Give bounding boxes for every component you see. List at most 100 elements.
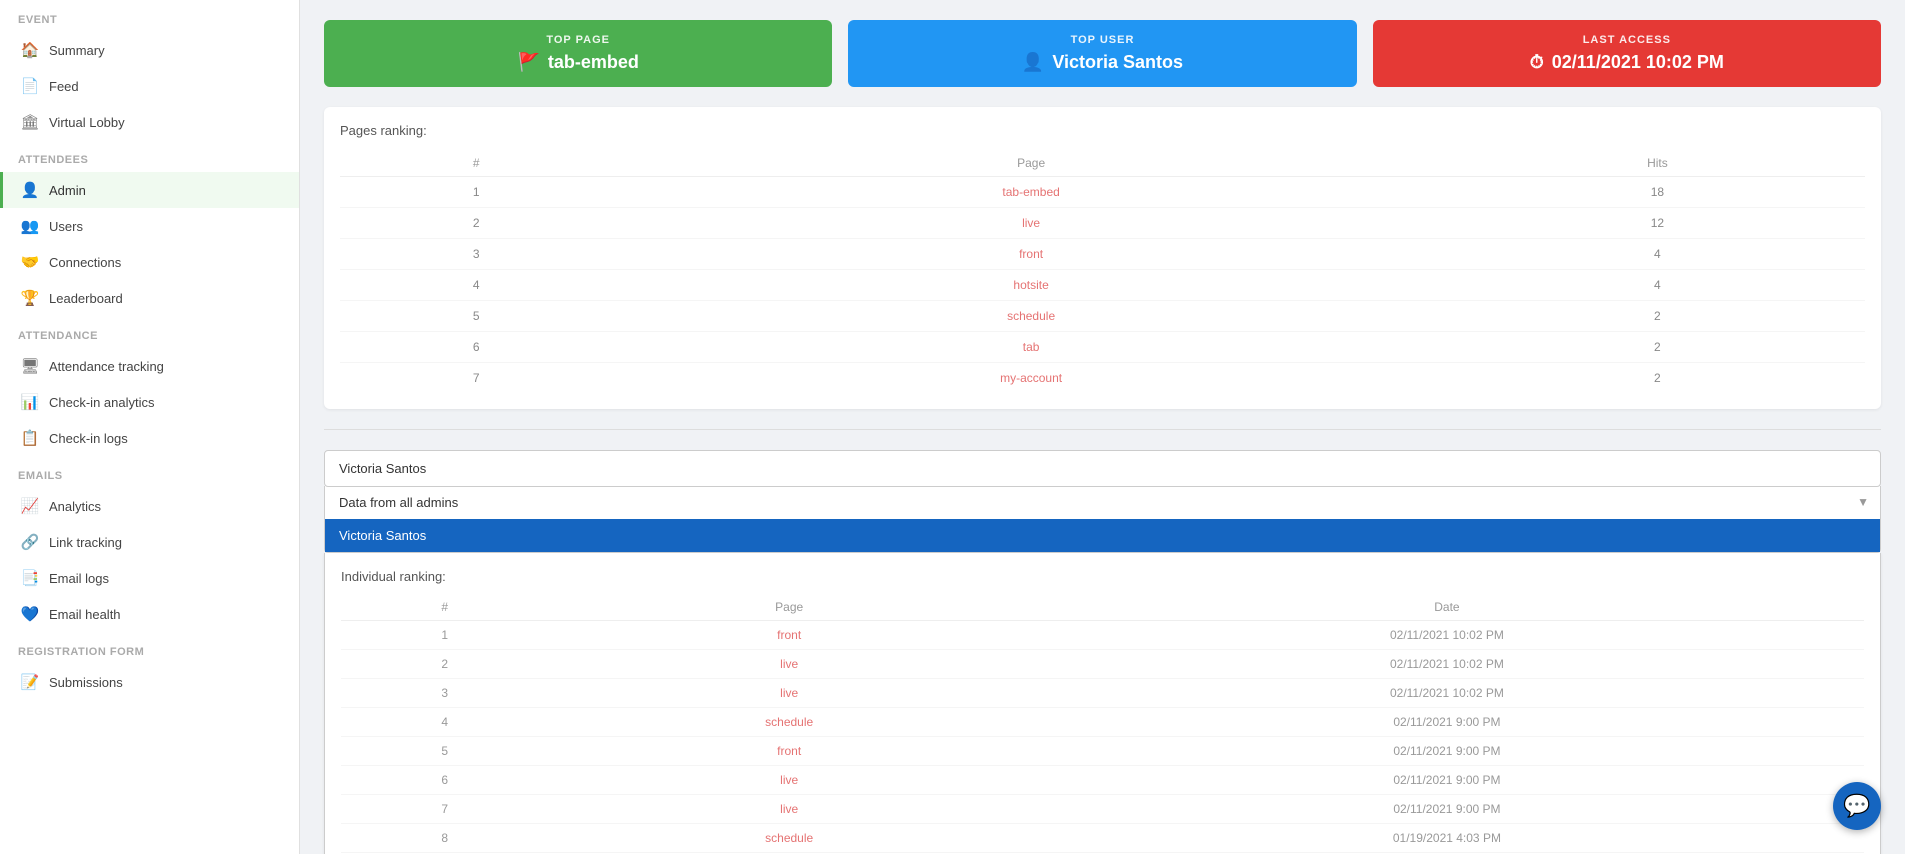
page-cell: schedule [612, 301, 1449, 332]
flag-icon: 🚩 [517, 52, 539, 73]
individual-ranking-title: Individual ranking: [341, 569, 1864, 584]
sidebar-section-attendance: ATTENDANCE [0, 316, 299, 348]
stats-row: TOP PAGE 🚩 tab-embed TOP USER 👤 Victoria… [324, 20, 1881, 87]
rank-cell: 8 [341, 824, 549, 853]
pages-ranking-col-hits: Hits [1450, 150, 1865, 177]
table-row: 5front02/11/2021 9:00 PM [341, 737, 1864, 766]
page-cell: live [612, 208, 1449, 239]
rank-cell: 6 [341, 766, 549, 795]
sidebar-item-analytics[interactable]: 📈 Analytics [0, 488, 299, 524]
top-user-card: TOP USER 👤 Victoria Santos [848, 20, 1356, 87]
pages-ranking-col-#: # [340, 150, 612, 177]
sidebar-item-users[interactable]: 👥Users [0, 208, 299, 244]
chat-button[interactable]: 💬 [1833, 782, 1881, 830]
table-row: 7live02/11/2021 9:00 PM [341, 795, 1864, 824]
dropdown-menu: Data from all adminsVictoria Santos [324, 486, 1881, 553]
top-user-value: 👤 Victoria Santos [1022, 52, 1183, 73]
sidebar-item-feed[interactable]: 📄Feed [0, 68, 299, 104]
rank-cell: 2 [341, 650, 549, 679]
leaderboard-icon: 🏆 [21, 289, 39, 307]
last-access-card: LAST ACCESS ⏱ 02/11/2021 10:02 PM [1373, 20, 1881, 87]
email-health-icon: 💙 [21, 605, 39, 623]
hits-cell: 2 [1450, 363, 1865, 394]
sidebar-item-label-email-logs: Email logs [49, 571, 109, 586]
main-content: TOP PAGE 🚩 tab-embed TOP USER 👤 Victoria… [300, 0, 1905, 854]
users-icon: 👥 [21, 217, 39, 235]
section-divider [324, 429, 1881, 430]
individual-ranking-col-#: # [341, 594, 549, 621]
pages-ranking-col-page: Page [612, 150, 1449, 177]
last-access-label: LAST ACCESS [1583, 34, 1671, 46]
table-row: 7my-account2 [340, 363, 1865, 394]
sidebar-item-label-email-health: Email health [49, 607, 121, 622]
sidebar-item-check-in-analytics[interactable]: 📊Check-in analytics [0, 384, 299, 420]
sidebar-item-link-tracking[interactable]: 🔗Link tracking [0, 524, 299, 560]
sidebar-item-submissions[interactable]: 📝 Submissions [0, 664, 299, 700]
page-cell: schedule [549, 824, 1030, 853]
table-row: 3front4 [340, 239, 1865, 270]
sidebar-item-label-connections: Connections [49, 255, 121, 270]
hits-cell: 2 [1450, 332, 1865, 363]
check-in-logs-icon: 📋 [21, 429, 39, 447]
page-cell: schedule [549, 708, 1030, 737]
page-cell: live [549, 650, 1030, 679]
sidebar-item-leaderboard[interactable]: 🏆 Leaderboard [0, 280, 299, 316]
rank-cell: 7 [341, 795, 549, 824]
sidebar-item-label-submissions: Submissions [49, 675, 123, 690]
sidebar-item-label-attendance-tracking: Attendance tracking [49, 359, 164, 374]
date-cell: 01/19/2021 4:03 PM [1030, 824, 1864, 853]
page-cell: front [549, 621, 1030, 650]
page-cell: my-account [612, 363, 1449, 394]
date-cell: 02/11/2021 10:02 PM [1030, 679, 1864, 708]
sidebar-item-email-health[interactable]: 💙 Email health [0, 596, 299, 632]
sidebar: EVENT🏠Summary📄Feed🏛Virtual LobbyATTENDEE… [0, 0, 300, 854]
sidebar-item-connections[interactable]: 🤝Connections [0, 244, 299, 280]
rank-cell: 1 [341, 621, 549, 650]
sidebar-item-virtual-lobby[interactable]: 🏛Virtual Lobby [0, 104, 299, 140]
sidebar-section-event: EVENT [0, 0, 299, 32]
analytics-icon: 📈 [21, 497, 39, 515]
clock-icon: ⏱ [1530, 52, 1544, 73]
rank-cell: 4 [340, 270, 612, 301]
page-cell: live [549, 795, 1030, 824]
rank-cell: 3 [341, 679, 549, 708]
chat-icon: 💬 [1843, 793, 1870, 819]
submissions-icon: 📝 [21, 673, 39, 691]
user-dropdown[interactable]: Data from all adminsVictoria Santos [324, 450, 1881, 487]
pages-ranking-title: Pages ranking: [340, 123, 1865, 138]
hits-cell: 4 [1450, 239, 1865, 270]
dropdown-option[interactable]: Data from all admins [325, 486, 1880, 519]
sidebar-item-label-check-in-analytics: Check-in analytics [49, 395, 155, 410]
dropdown-option[interactable]: Victoria Santos [325, 519, 1880, 552]
sidebar-item-label-admin: Admin [49, 183, 86, 198]
table-row: 3live02/11/2021 10:02 PM [341, 679, 1864, 708]
table-row: 1front02/11/2021 10:02 PM [341, 621, 1864, 650]
date-cell: 02/11/2021 9:00 PM [1030, 708, 1864, 737]
summary-icon: 🏠 [21, 41, 39, 59]
page-cell: live [549, 766, 1030, 795]
sidebar-item-check-in-logs[interactable]: 📋Check-in logs [0, 420, 299, 456]
sidebar-item-summary[interactable]: 🏠Summary [0, 32, 299, 68]
sidebar-item-label-link-tracking: Link tracking [49, 535, 122, 550]
sidebar-item-label-virtual-lobby: Virtual Lobby [49, 115, 125, 130]
hits-cell: 12 [1450, 208, 1865, 239]
page-cell: tab [612, 332, 1449, 363]
date-cell: 02/11/2021 9:00 PM [1030, 737, 1864, 766]
feed-icon: 📄 [21, 77, 39, 95]
rank-cell: 1 [340, 177, 612, 208]
sidebar-item-attendance-tracking[interactable]: 🖥Attendance tracking [0, 348, 299, 384]
date-cell: 02/11/2021 9:00 PM [1030, 766, 1864, 795]
page-cell: live [549, 679, 1030, 708]
page-cell: tab-embed [612, 177, 1449, 208]
table-row: 1tab-embed18 [340, 177, 1865, 208]
table-row: 8schedule01/19/2021 4:03 PM [341, 824, 1864, 853]
individual-ranking-table: #PageDate 1front02/11/2021 10:02 PM2live… [341, 594, 1864, 854]
sidebar-item-label-analytics: Analytics [49, 499, 101, 514]
email-logs-icon: 📑 [21, 569, 39, 587]
hits-cell: 4 [1450, 270, 1865, 301]
last-access-value: ⏱ 02/11/2021 10:02 PM [1530, 52, 1724, 73]
table-row: 6live02/11/2021 9:00 PM [341, 766, 1864, 795]
sidebar-item-label-leaderboard: Leaderboard [49, 291, 123, 306]
sidebar-item-admin[interactable]: 👤Admin [0, 172, 299, 208]
sidebar-item-email-logs[interactable]: 📑 Email logs [0, 560, 299, 596]
